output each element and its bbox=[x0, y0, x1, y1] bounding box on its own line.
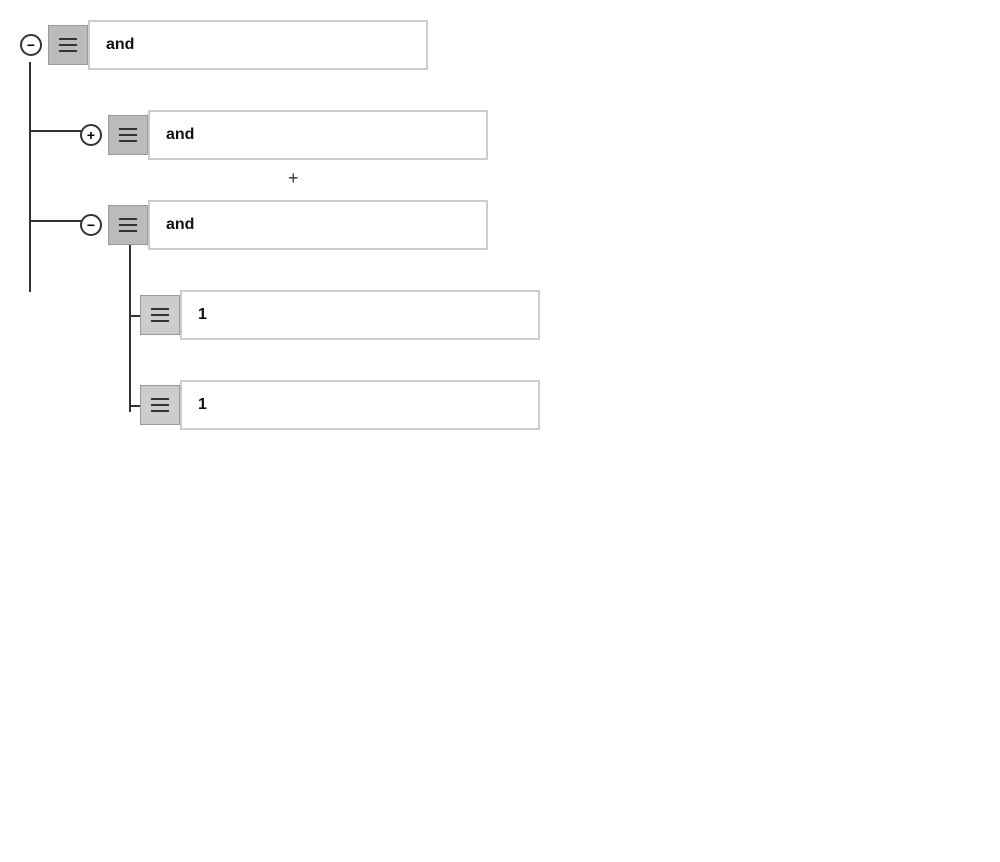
root-menu-icon bbox=[59, 38, 77, 52]
root-label[interactable]: and bbox=[88, 20, 428, 70]
leaf2-node-row: 1 bbox=[140, 380, 540, 430]
child2-menu-button[interactable] bbox=[108, 205, 148, 245]
child1-plus-button[interactable]: + bbox=[80, 124, 102, 146]
root-minus-symbol: − bbox=[27, 37, 35, 53]
child2-menu-icon bbox=[119, 218, 137, 232]
vert-line-child2 bbox=[129, 242, 131, 412]
child1-node-row: + and bbox=[80, 110, 488, 160]
leaf2-label-text: 1 bbox=[198, 396, 207, 414]
leaf1-label-text: 1 bbox=[198, 306, 207, 324]
leaf2-label[interactable]: 1 bbox=[180, 380, 540, 430]
child1-menu-button[interactable] bbox=[108, 115, 148, 155]
leaf1-menu-button[interactable] bbox=[140, 295, 180, 335]
child1-menu-icon bbox=[119, 128, 137, 142]
child2-minus-button[interactable]: − bbox=[80, 214, 102, 236]
child1-label[interactable]: and bbox=[148, 110, 488, 160]
root-node-row: − and bbox=[20, 20, 428, 70]
horiz-line-child2 bbox=[29, 220, 81, 222]
child1-plus-symbol: + bbox=[87, 127, 95, 143]
child2-label[interactable]: and bbox=[148, 200, 488, 250]
leaf1-label[interactable]: 1 bbox=[180, 290, 540, 340]
cursor-indicator: + bbox=[288, 168, 299, 189]
child2-minus-symbol: − bbox=[87, 217, 95, 233]
root-minus-button[interactable]: − bbox=[20, 34, 42, 56]
root-menu-button[interactable] bbox=[48, 25, 88, 65]
leaf1-node-row: 1 bbox=[140, 290, 540, 340]
tree-container: − and + and bbox=[0, 0, 1000, 490]
child2-label-text: and bbox=[166, 216, 194, 234]
horiz-line-child1 bbox=[29, 130, 81, 132]
leaf2-menu-icon bbox=[151, 398, 169, 412]
child2-node-row: − and bbox=[80, 200, 488, 250]
child1-label-text: and bbox=[166, 126, 194, 144]
vert-line-root bbox=[29, 62, 31, 292]
leaf1-menu-icon bbox=[151, 308, 169, 322]
leaf2-menu-button[interactable] bbox=[140, 385, 180, 425]
tree-area: − and + and bbox=[20, 20, 640, 470]
root-label-text: and bbox=[106, 36, 134, 54]
